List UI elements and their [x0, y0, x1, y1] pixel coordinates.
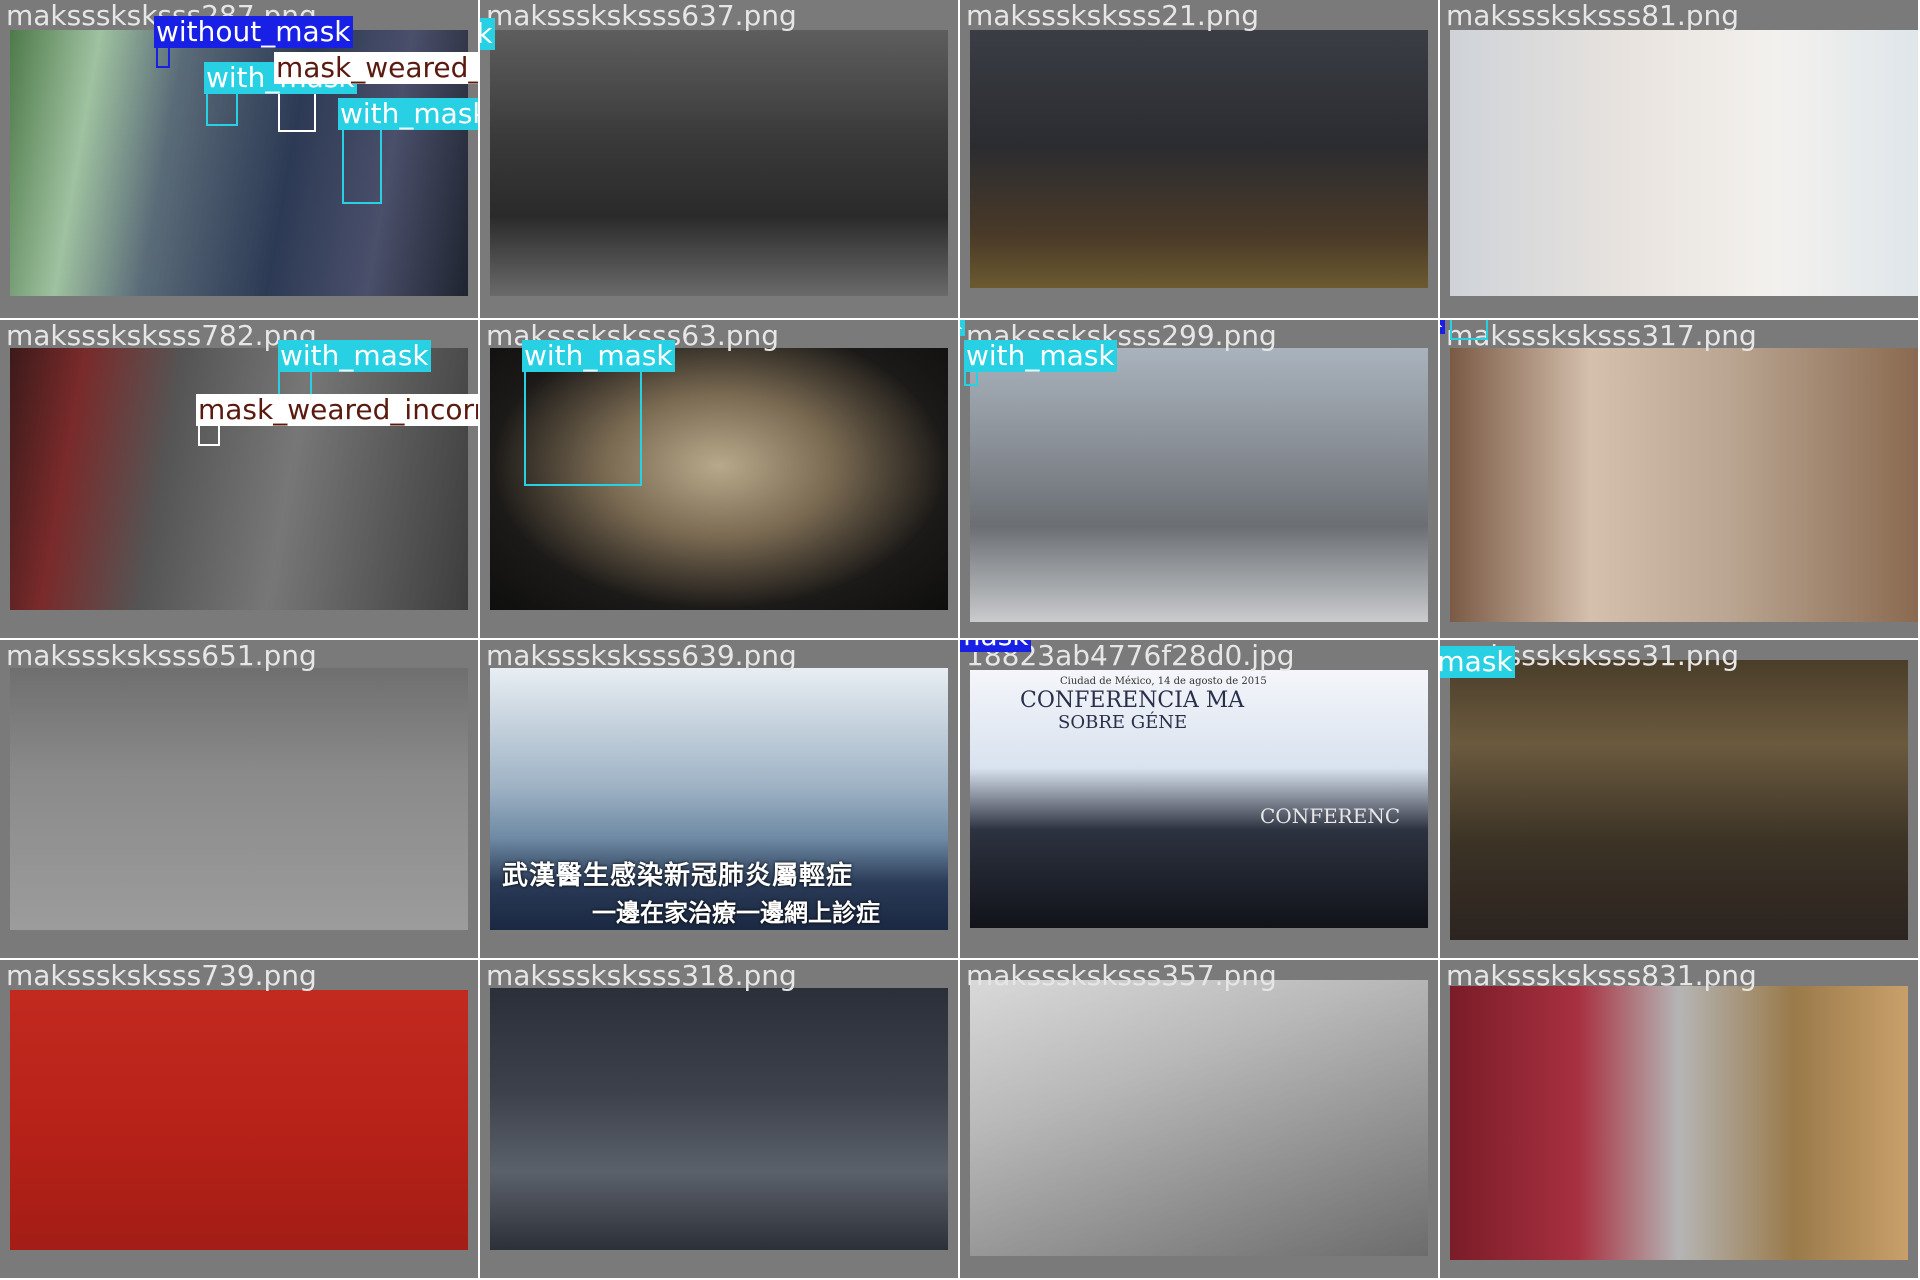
class-label: with_mask [960, 320, 965, 336]
class-label: without_mask [960, 640, 1031, 652]
tile-filename: maksssksksss739.png [6, 960, 317, 992]
detection-grid: maksssksksss287.pngwithout_maskwith_mask… [0, 0, 1920, 1280]
grid-tile[interactable]: maksssksksss63.png with_mask [480, 320, 960, 640]
conference-banner-date: Ciudad de México, 14 de agosto de 2015 [1060, 676, 1267, 687]
class-label: mask_weared_incorrect [196, 394, 478, 426]
news-caption-2: 一邊在家治療一邊網上診症 [592, 899, 880, 927]
grid-tile[interactable]: Ciudad de México, 14 de agosto de 2015 CO… [960, 640, 1440, 960]
class-label: with_mask [338, 98, 478, 130]
tile-filename: maksssksksss831.png [1446, 960, 1757, 992]
tile-filename: maksssksksss651.png [6, 640, 317, 672]
grid-tile[interactable]: maksssksksss318.pngwithout_maskwithout_m… [480, 960, 960, 1280]
tile-filename: maksssksksss637.png [486, 0, 797, 32]
grid-tile[interactable]: maksssksksss637.pngwith_maskwith_maskwit… [480, 0, 960, 320]
tile-photo [1450, 660, 1908, 940]
tile-filename: maksssksksss357.png [966, 960, 1277, 992]
class-label: with_mask [278, 339, 431, 372]
class-label: with_mask [480, 18, 495, 50]
tile-photo [970, 30, 1428, 288]
tile-filename: maksssksksss639.png [486, 640, 797, 672]
tile-filename: maksssksksss21.png [966, 0, 1260, 32]
grid-tile[interactable]: maksssksksss81.pngwith_maskwith_maskwith… [1440, 0, 1920, 320]
conference-banner-right: CONFERENC [1260, 804, 1401, 828]
grid-tile[interactable]: maksssksksss31.pngwith_maskwithout_maskw… [1440, 640, 1920, 960]
grid-tile[interactable]: maksssksksss21.pngwith_maskwithout_maskw… [960, 0, 1440, 320]
tile-filename: maksssksksss318.png [486, 960, 797, 992]
grid-tile[interactable]: 武漢醫生感染新冠肺炎屬輕症一邊在家治療一邊網上診症 maksssksksss639… [480, 640, 960, 960]
grid-tile[interactable]: maksssksksss317.pngwithout_maskwith_mask [1440, 320, 1920, 640]
class-label: mask_weared_incorrect [274, 52, 478, 84]
class-label: with_mask [1440, 646, 1515, 678]
grid-tile[interactable]: maksssksksss831.pngwith_mask [1440, 960, 1920, 1280]
tile-photo [10, 348, 468, 610]
tile-photo [1450, 30, 1918, 296]
tile-filename: maksssksksss782.png [6, 320, 317, 352]
tile-photo [490, 30, 948, 296]
grid-tile[interactable]: maksssksksss651.pngwith_mask [0, 640, 480, 960]
news-caption: 武漢醫生感染新冠肺炎屬輕症 [502, 861, 854, 891]
grid-tile[interactable]: maksssksksss739.pngwith_mask [0, 960, 480, 1280]
grid-tile[interactable]: maksssksksss782.png with_mask mask_weared_… [0, 320, 480, 640]
grid-tile[interactable]: maksssksksss287.pngwithout_maskwith_mask… [0, 0, 480, 320]
tile-filename: maksssksksss81.png [1446, 0, 1740, 32]
conference-banner-title: CONFERENCIA MA [1020, 688, 1245, 713]
bounding-box[interactable] [524, 368, 642, 486]
bounding-box[interactable] [198, 424, 220, 446]
conference-banner-subtitle: SOBRE GÉNE [1058, 712, 1188, 733]
tile-photo [10, 668, 468, 930]
class-label: without_mask [1440, 320, 1445, 334]
tile-photo [10, 990, 468, 1250]
tile-photo [970, 980, 1428, 1256]
tile-photo [1450, 348, 1918, 622]
bounding-box[interactable] [1450, 320, 1488, 340]
grid-tile[interactable]: maksssksksss299.pngwith_maskwithout_mask… [960, 320, 1440, 640]
tile-photo [1450, 986, 1908, 1260]
class-label: without_mask [154, 15, 353, 48]
tile-photo [970, 348, 1428, 622]
class-label: with_mask [964, 339, 1117, 372]
tile-filename: maksssksksss317.png [1446, 320, 1757, 352]
tile-photo [490, 988, 948, 1250]
grid-tile[interactable]: maksssksksss357.pngwith_mask [960, 960, 1440, 1280]
class-label: with_mask [522, 339, 675, 372]
